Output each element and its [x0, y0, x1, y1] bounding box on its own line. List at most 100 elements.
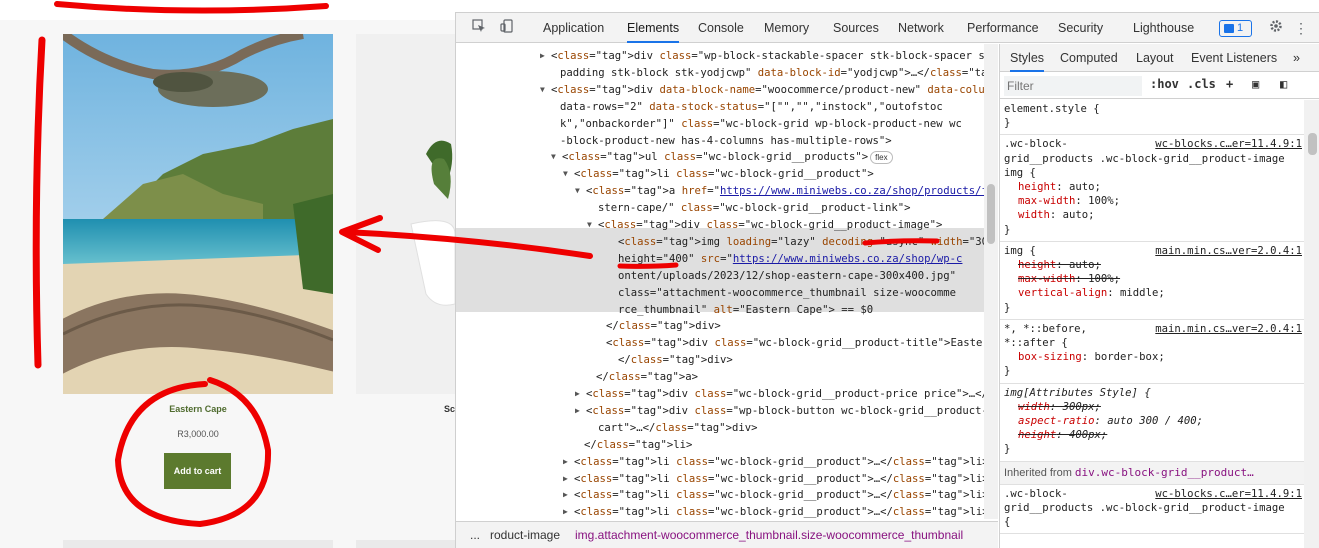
- style-rule[interactable]: img {main.min.cs…ver=2.0.4:1 height: auto…: [1000, 242, 1304, 320]
- tab-memory[interactable]: Memory: [764, 13, 809, 43]
- tab-network[interactable]: Network: [898, 13, 944, 43]
- tab-sources[interactable]: Sources: [833, 13, 879, 43]
- expand-triangle-right-icon[interactable]: ▶: [563, 471, 573, 488]
- dom-line[interactable]: </class="tag">div>: [606, 318, 721, 335]
- add-to-cart-button[interactable]: Add to cart: [164, 453, 231, 489]
- dom-line[interactable]: ▼ <class="tag">li class="wc-block-grid__…: [563, 166, 874, 183]
- breadcrumb-product-image[interactable]: roduct-image: [490, 522, 560, 548]
- computed-styles-icon[interactable]: ▣: [1252, 77, 1259, 91]
- expand-triangle-down-icon[interactable]: ▼: [587, 217, 597, 234]
- expand-triangle-right-icon[interactable]: ▶: [563, 487, 573, 504]
- product-title[interactable]: Eastern Cape: [63, 404, 333, 414]
- rule-source-link[interactable]: main.min.cs…ver=2.0.4:1: [1155, 244, 1302, 258]
- expand-triangle-down-icon[interactable]: ▼: [575, 183, 585, 200]
- css-declaration[interactable]: width: auto;: [1004, 208, 1300, 222]
- product-image-next[interactable]: [356, 34, 455, 394]
- dom-line[interactable]: </class="tag">li>: [584, 437, 692, 454]
- more-tabs-chevron[interactable]: »: [1293, 44, 1300, 72]
- dom-line[interactable]: -block-product-new has-4-columns has-mul…: [560, 133, 892, 150]
- dom-line[interactable]: </class="tag">a>: [596, 369, 698, 386]
- issues-badge[interactable]: 1: [1219, 20, 1252, 37]
- product-title-next[interactable]: Sc: [444, 404, 455, 414]
- new-rule-icon[interactable]: +: [1226, 77, 1233, 91]
- expand-triangle-down-icon[interactable]: ▼: [563, 166, 573, 183]
- dom-line[interactable]: padding stk-block stk-yodjcwp" data-bloc…: [560, 65, 998, 82]
- css-declaration[interactable]: max-width: 100%;: [1004, 194, 1300, 208]
- expand-triangle-down-icon[interactable]: ▼: [551, 149, 561, 166]
- tab-computed[interactable]: Computed: [1060, 44, 1118, 72]
- dom-line[interactable]: k","onbackorder"]" class="wc-block-grid …: [560, 116, 962, 133]
- css-declaration[interactable]: height: 400px;: [1004, 428, 1300, 442]
- expand-triangle-down-icon[interactable]: ▼: [540, 82, 550, 99]
- styles-scrollbar-thumb[interactable]: [1308, 133, 1317, 155]
- styles-scrollbar[interactable]: [1304, 100, 1319, 548]
- tab-performance[interactable]: Performance: [967, 13, 1039, 43]
- css-declaration[interactable]: width: 300px;: [1004, 400, 1300, 414]
- styles-filter-input[interactable]: [1004, 76, 1142, 96]
- expand-triangle-right-icon[interactable]: ▶: [563, 454, 573, 471]
- dom-scrollbar[interactable]: [984, 44, 998, 519]
- dom-line[interactable]: data-rows="2" data-stock-status="["","",…: [560, 99, 943, 116]
- sidebar-toggle-icon[interactable]: ◧: [1280, 77, 1287, 91]
- tab-event-listeners[interactable]: Event Listeners: [1191, 44, 1277, 72]
- tab-styles[interactable]: Styles: [1010, 44, 1045, 72]
- rule-source-link[interactable]: main.min.cs…ver=2.0.4:1: [1155, 322, 1302, 336]
- style-rule[interactable]: .wc-block- grid__products .wc-block-grid…: [1000, 135, 1304, 242]
- more-options-icon[interactable]: ⋮: [1292, 19, 1310, 37]
- expand-triangle-right-icon[interactable]: ▶: [540, 48, 550, 65]
- dom-line[interactable]: stern-cape/" class="wc-block-grid__produ…: [598, 200, 911, 217]
- inherited-style-rule[interactable]: .wc-block- grid__products .wc-block-grid…: [1000, 485, 1304, 535]
- tab-lighthouse[interactable]: Lighthouse: [1133, 13, 1194, 43]
- css-declaration[interactable]: height: auto;: [1004, 180, 1300, 194]
- dom-line[interactable]: <class="tag">img loading="lazy" decoding…: [618, 234, 998, 251]
- rule-source-link[interactable]: wc-blocks.c…er=11.4.9:1: [1155, 137, 1302, 151]
- inspect-element-icon[interactable]: [470, 19, 488, 37]
- gear-icon[interactable]: [1267, 19, 1285, 37]
- dom-line[interactable]: ▼ <class="tag">a href="https://www.miniw…: [575, 183, 998, 200]
- product-image-eastern-cape[interactable]: [63, 34, 333, 394]
- style-rule[interactable]: *, *::before, *::after {main.min.cs…ver=…: [1000, 320, 1304, 384]
- tab-elements[interactable]: Elements: [627, 13, 680, 43]
- cls-toggle[interactable]: .cls: [1187, 77, 1216, 91]
- css-declaration[interactable]: aspect-ratio: auto 300 / 400;: [1004, 414, 1300, 428]
- dom-line[interactable]: ▼ <class="tag">ul class="wc-block-grid__…: [551, 149, 893, 166]
- css-declaration[interactable]: box-sizing: border-box;: [1004, 350, 1300, 364]
- dom-line[interactable]: ontent/uploads/2023/12/shop-eastern-cape…: [618, 268, 956, 285]
- tab-console[interactable]: Console: [698, 13, 744, 43]
- dom-line[interactable]: cart">…</class="tag">div>: [598, 420, 757, 437]
- dom-line[interactable]: class="attachment-woocommerce_thumbnail …: [618, 285, 956, 302]
- expand-triangle-right-icon[interactable]: ▶: [563, 504, 573, 519]
- node-actions-ellipsis[interactable]: …: [462, 230, 468, 247]
- css-declaration[interactable]: vertical-align: middle;: [1004, 286, 1300, 300]
- hov-toggle[interactable]: :hov: [1150, 77, 1179, 91]
- dom-line[interactable]: <class="tag">div class="wc-block-grid__p…: [606, 335, 998, 352]
- expand-triangle-right-icon[interactable]: ▶: [575, 403, 585, 420]
- tab-application[interactable]: Application: [543, 13, 604, 43]
- dom-line[interactable]: ▶ <class="tag">div class="wp-block-butto…: [575, 403, 998, 420]
- tab-layout[interactable]: Layout: [1136, 44, 1174, 72]
- flex-badge[interactable]: flex: [870, 151, 893, 165]
- device-toolbar-icon[interactable]: [498, 19, 516, 37]
- dom-line[interactable]: ▶ <class="tag">div class="wc-block-grid_…: [575, 386, 998, 403]
- rule-source-link[interactable]: wc-blocks.c…er=11.4.9:1: [1155, 487, 1302, 501]
- dom-line[interactable]: </class="tag">div>: [618, 352, 733, 369]
- dom-line[interactable]: ▶ <class="tag">div class="wp-block-stack…: [540, 48, 998, 65]
- dom-line[interactable]: ▶ <class="tag">li class="wc-block-grid__…: [563, 504, 989, 519]
- tab-security[interactable]: Security: [1058, 13, 1103, 43]
- expand-triangle-right-icon[interactable]: ▶: [575, 386, 585, 403]
- dom-line[interactable]: ▼ <class="tag">div data-block-name="wooc…: [540, 82, 998, 99]
- dom-line[interactable]: ▶ <class="tag">li class="wc-block-grid__…: [563, 471, 989, 488]
- dom-line[interactable]: ▼ <class="tag">div class="wc-block-grid_…: [587, 217, 942, 234]
- style-rule[interactable]: img[Attributes Style] {width: 300px; aspe…: [1000, 384, 1304, 462]
- inherited-element-link[interactable]: div.wc-block-grid__product…: [1075, 466, 1254, 479]
- css-declaration[interactable]: max-width: 100%;: [1004, 272, 1300, 286]
- dom-line[interactable]: height="400" src="https://www.miniwebs.c…: [618, 251, 962, 268]
- breadcrumb-img[interactable]: img.attachment-woocommerce_thumbnail.siz…: [575, 522, 963, 548]
- breadcrumb-ellipsis[interactable]: ...: [470, 522, 480, 548]
- dom-line[interactable]: ▶ <class="tag">li class="wc-block-grid__…: [563, 454, 989, 471]
- dom-line[interactable]: ▶ <class="tag">li class="wc-block-grid__…: [563, 487, 989, 504]
- dom-scrollbar-thumb[interactable]: [987, 184, 995, 244]
- dom-line[interactable]: rce_thumbnail" alt="Eastern Cape"> == $0: [618, 302, 873, 319]
- css-declaration[interactable]: height: auto;: [1004, 258, 1300, 272]
- style-rule[interactable]: element.style {}: [1000, 100, 1304, 136]
